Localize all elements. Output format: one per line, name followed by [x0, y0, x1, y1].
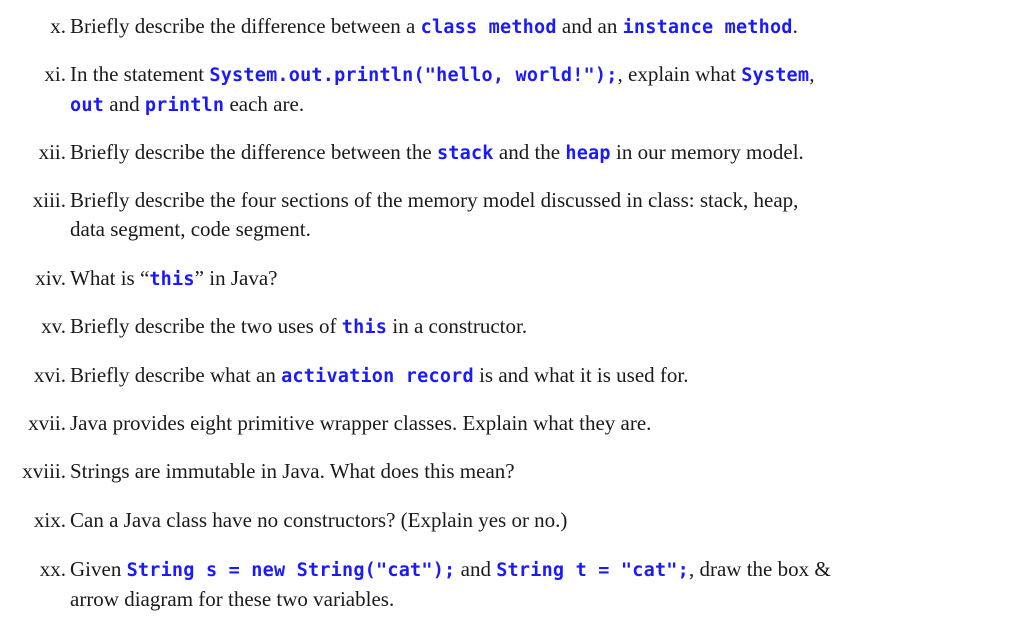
code-term: instance method: [622, 17, 793, 38]
code-term: System.out.println("hello, world!");: [209, 65, 618, 86]
text-run: Briefly describe the four sections of th…: [70, 188, 799, 212]
question-text: Java provides eight primitive wrapper cl…: [70, 409, 950, 438]
text-run: .: [792, 14, 798, 38]
question-text: Given String s = new String("cat"); and …: [70, 555, 950, 614]
question-number: xv.: [41, 314, 66, 338]
question-text: Briefly describe the four sections of th…: [70, 186, 950, 244]
code-term: this: [149, 269, 195, 290]
text-run: Briefly describe the two uses of: [70, 314, 342, 338]
question-text: What is “this” in Java?: [70, 264, 950, 294]
text-run: Can a Java class have no constructors? (…: [70, 508, 568, 532]
text-run: , explain what: [617, 62, 742, 86]
question-number: xvi.: [33, 363, 66, 387]
question-number: xix.: [33, 508, 66, 532]
text-run: in a constructor.: [387, 314, 528, 338]
code-term: heap: [565, 143, 611, 164]
text-run: and: [104, 92, 145, 116]
text-run: data segment, code segment.: [70, 217, 311, 241]
text-run: Java provides eight primitive wrapper cl…: [70, 411, 652, 435]
text-run: Briefly describe the difference between …: [70, 14, 421, 38]
question-text: Briefly describe the difference between …: [70, 12, 950, 42]
code-term: String s = new String("cat");: [126, 560, 456, 581]
question-text: Briefly describe what an activation reco…: [70, 361, 950, 391]
question-number: x.: [50, 14, 66, 38]
code-term: stack: [436, 143, 494, 164]
question-text: Briefly describe the difference between …: [70, 138, 950, 168]
question-number: xx.: [39, 557, 66, 581]
code-term: activation record: [281, 366, 474, 387]
question-text: Strings are immutable in Java. What does…: [70, 457, 950, 486]
text-run: , draw the box &: [688, 557, 831, 581]
question-number: xi.: [44, 62, 66, 86]
code-term: this: [341, 317, 388, 338]
text-run: ,: [809, 62, 815, 86]
text-run: What is “: [70, 266, 150, 290]
question-number: xviii.: [22, 459, 66, 483]
question-text: Can a Java class have no constructors? (…: [70, 506, 950, 535]
text-run: arrow diagram for these two variables.: [70, 587, 395, 611]
question-number: xvii.: [28, 411, 66, 435]
text-run: In the statement: [70, 62, 210, 86]
text-run: Strings are immutable in Java. What does…: [70, 459, 515, 483]
code-term: out: [70, 95, 105, 116]
question-text: Briefly describe the two uses of this in…: [70, 312, 950, 342]
question-text: In the statement System.out.println("hel…: [70, 60, 950, 120]
text-run: in our memory model.: [610, 140, 804, 164]
code-term: println: [144, 95, 225, 116]
code-term: String t = "cat";: [496, 560, 689, 581]
text-run: Briefly describe what an: [70, 363, 282, 387]
question-number: xii.: [38, 140, 66, 164]
text-run: and an: [556, 14, 623, 38]
text-run: Given: [70, 557, 127, 581]
question-number: xiv.: [35, 266, 66, 290]
code-term: System: [741, 65, 810, 86]
text-run: is and what it is used for.: [473, 363, 689, 387]
text-run: Briefly describe the difference between …: [70, 140, 437, 164]
text-run: ” in Java?: [194, 266, 278, 290]
question-number: xiii.: [32, 188, 66, 212]
code-term: class method: [420, 17, 557, 38]
text-run: and: [455, 557, 497, 581]
text-run: each are.: [224, 92, 305, 116]
text-run: and the: [493, 140, 566, 164]
